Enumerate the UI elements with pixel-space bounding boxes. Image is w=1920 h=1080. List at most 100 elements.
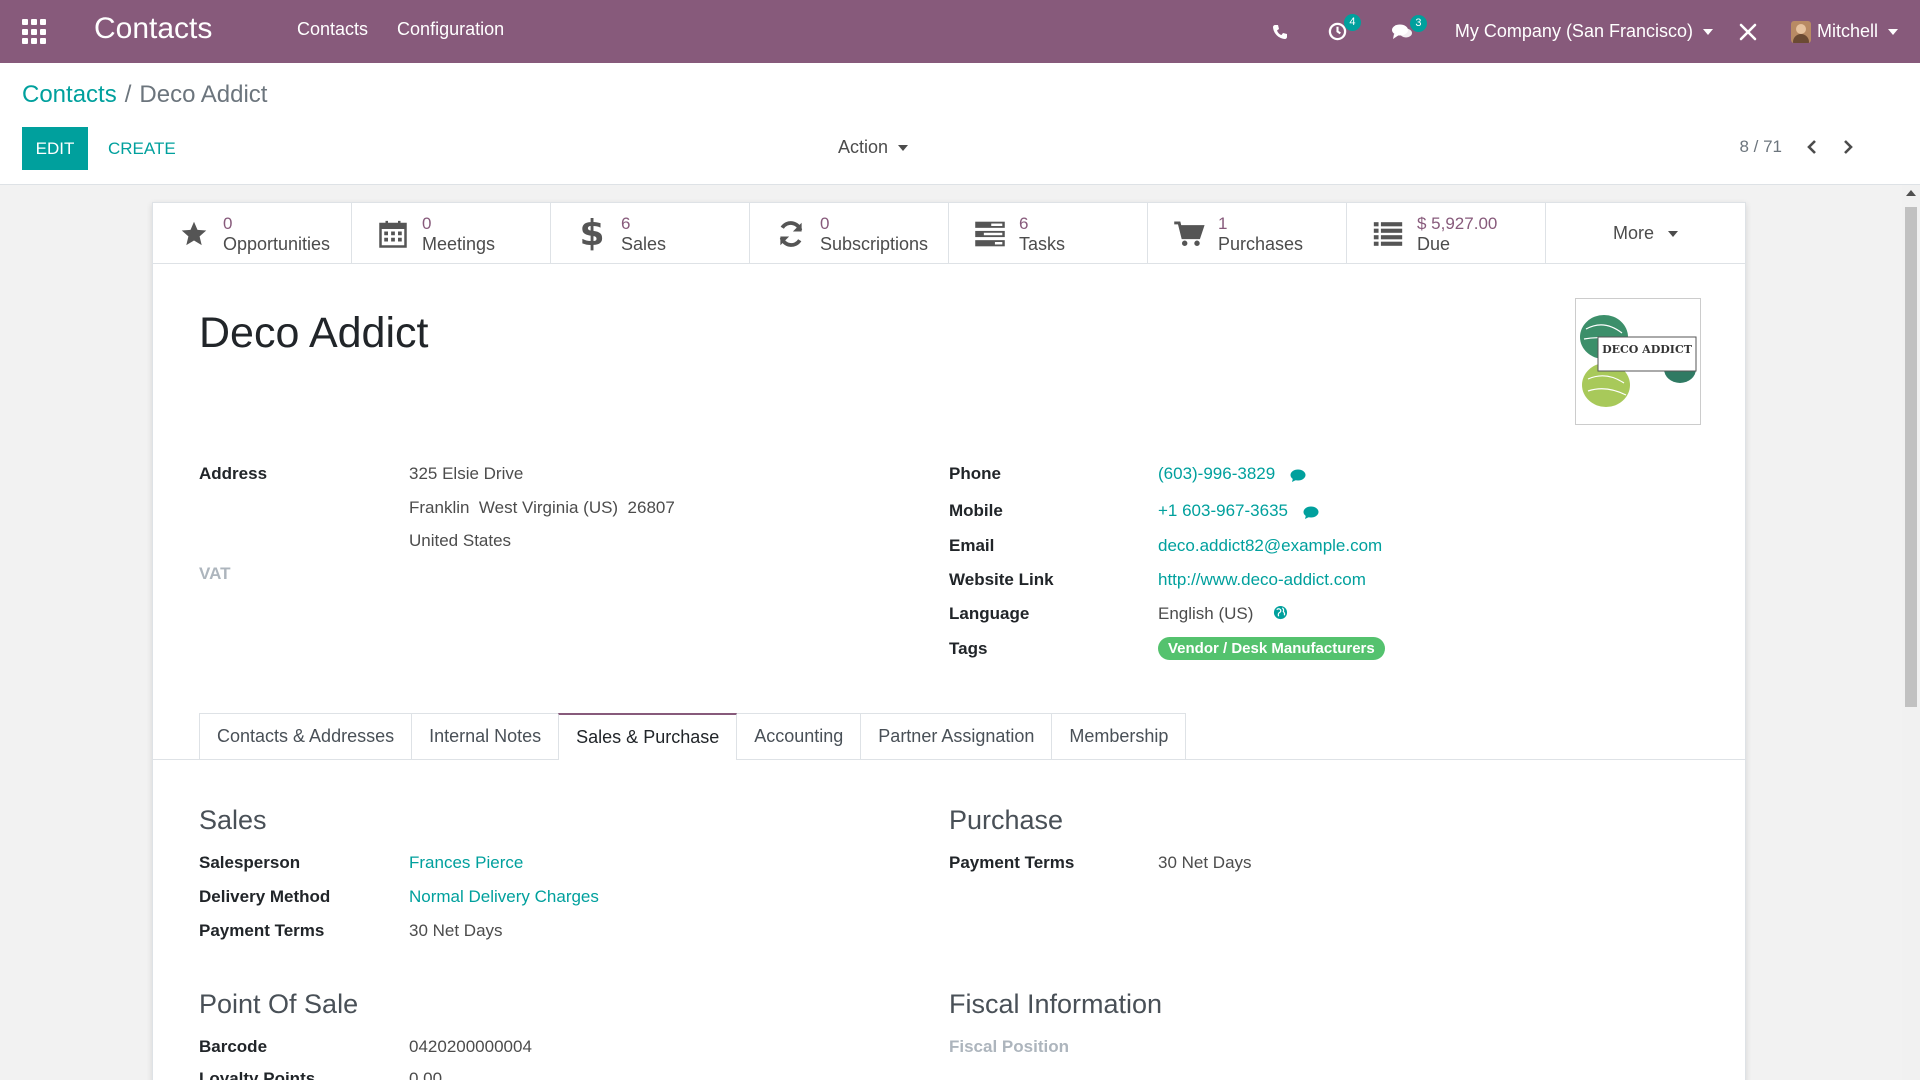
phone-button[interactable]	[1272, 24, 1288, 40]
purchase-section-title: Purchase	[949, 805, 1064, 835]
language-value: English (US)	[1158, 604, 1254, 623]
user-name: Mitchell	[1816, 21, 1878, 41]
pager: 8 / 71	[1739, 137, 1854, 157]
sales-payment-terms-label: Payment Terms	[199, 921, 325, 940]
smart-button-box: 0 Opportunities 0 Meetings $ 6 Sales 0 Subsc…	[153, 203, 1745, 264]
sms-icon[interactable]	[1290, 468, 1306, 488]
cart-icon	[1170, 218, 1208, 250]
star-icon	[175, 218, 213, 250]
vat-label: VAT	[199, 564, 231, 583]
apps-menu-icon[interactable]	[22, 19, 48, 45]
tab-internal-notes[interactable]: Internal Notes	[411, 713, 560, 759]
company-name: My Company (San Francisco)	[1454, 21, 1693, 41]
tab-partner-assignation[interactable]: Partner Assignation	[860, 713, 1053, 759]
contact-name: Deco Addict	[199, 309, 429, 357]
address-country: United States	[409, 531, 512, 550]
action-dropdown[interactable]: Action	[838, 137, 909, 158]
company-logo[interactable]: DECO ADDICT	[1575, 298, 1701, 425]
action-label: Action	[838, 137, 889, 157]
avatar	[1790, 20, 1811, 43]
delivery-method-link[interactable]: Normal Delivery Charges	[409, 887, 599, 907]
pos-section-title: Point Of Sale	[199, 989, 359, 1019]
scroll-up-arrow-icon[interactable]	[1906, 190, 1916, 196]
company-switcher[interactable]: My Company (San Francisco)	[1455, 21, 1713, 42]
subscriptions-button[interactable]: 0 Subscriptions	[750, 203, 949, 264]
message-count-badge: 3	[1409, 14, 1427, 32]
globe-icon[interactable]	[1273, 605, 1288, 625]
breadcrumb: Contacts / Deco Addict	[22, 81, 268, 108]
address-street: 325 Elsie Drive	[409, 464, 524, 483]
create-button[interactable]: CREATE	[108, 127, 176, 170]
tab-membership[interactable]: Membership	[1051, 713, 1187, 759]
loyalty-points-value: 0.00	[409, 1069, 443, 1080]
user-menu[interactable]: Mitchell	[1790, 20, 1898, 43]
tab-accounting[interactable]: Accounting	[736, 713, 862, 759]
mobile-link[interactable]: +1 603-967-3635	[1158, 501, 1288, 521]
pager-previous-button[interactable]	[1806, 139, 1818, 155]
purchase-payment-terms-label: Payment Terms	[949, 853, 1075, 872]
sales-section-title: Sales	[199, 805, 267, 835]
tools-icon	[1739, 23, 1757, 40]
barcode-label: Barcode	[199, 1037, 268, 1056]
calendar-icon	[374, 218, 412, 250]
tag-badge[interactable]: Vendor / Desk Manufacturers	[1158, 637, 1385, 660]
language-label: Language	[949, 604, 1030, 623]
leaf-icon	[1580, 315, 1697, 407]
refresh-icon	[772, 218, 810, 250]
meetings-button[interactable]: 0 Meetings	[352, 203, 551, 264]
systray: 4 3 My Company (San Francisco) Mitchell	[1272, 0, 1920, 63]
form-view: 0 Opportunities 0 Meetings $ 6 Sales 0 Subsc…	[0, 185, 1902, 1080]
phone-icon	[1272, 24, 1287, 39]
breadcrumb-current: Deco Addict	[139, 81, 268, 108]
chevron-down-icon	[1668, 230, 1678, 237]
edit-button[interactable]: EDIT	[22, 127, 88, 170]
email-link[interactable]: deco.addict82@example.com	[1158, 536, 1382, 556]
chevron-down-icon	[1888, 28, 1898, 35]
address-label: Address	[199, 464, 268, 483]
fiscal-section-title: Fiscal Information	[949, 989, 1163, 1019]
chevron-down-icon	[898, 144, 909, 151]
control-panel: Contacts / Deco Addict EDIT CREATE Action …	[0, 63, 1920, 185]
salesperson-link[interactable]: Frances Pierce	[409, 853, 523, 873]
chevron-right-icon	[1844, 140, 1853, 154]
pager-next-button[interactable]	[1842, 139, 1854, 155]
messages-button[interactable]: 3	[1391, 14, 1427, 41]
due-button[interactable]: $ 5,927.00 Due	[1347, 203, 1546, 264]
tab-sales-purchase[interactable]: Sales & Purchase	[558, 713, 738, 760]
pager-value[interactable]: 8 / 71	[1739, 137, 1782, 157]
purchase-payment-terms-value: 30 Net Days	[1158, 853, 1252, 872]
opportunities-button[interactable]: 0 Opportunities	[153, 203, 352, 264]
website-label: Website Link	[949, 570, 1054, 589]
breadcrumb-parent[interactable]: Contacts	[22, 81, 117, 108]
top-navbar: Contacts Contacts Configuration 4 3 My C…	[0, 0, 1920, 63]
sales-button[interactable]: $ 6 Sales	[551, 203, 750, 264]
purchases-button[interactable]: 1 Purchases	[1148, 203, 1347, 264]
chevron-left-icon	[1807, 140, 1816, 154]
menu-contacts[interactable]: Contacts	[297, 19, 368, 40]
app-title[interactable]: Contacts	[94, 12, 212, 46]
list-icon	[1369, 218, 1407, 250]
tasks-button[interactable]: 6 Tasks	[949, 203, 1148, 264]
menu-configuration[interactable]: Configuration	[397, 19, 504, 40]
email-label: Email	[949, 536, 995, 555]
more-label: More	[1612, 223, 1654, 243]
tasks-icon	[971, 218, 1009, 250]
website-link[interactable]: http://www.deco-addict.com	[1158, 570, 1366, 590]
delivery-method-label: Delivery Method	[199, 887, 331, 906]
mobile-label: Mobile	[949, 501, 1003, 520]
phone-label: Phone	[949, 464, 1001, 483]
debug-tools-button[interactable]	[1739, 23, 1757, 41]
phone-link[interactable]: (603)-996-3829	[1158, 464, 1275, 484]
salesperson-label: Salesperson	[199, 853, 301, 872]
scrollbar[interactable]	[1902, 185, 1920, 1080]
dollar-icon: $	[579, 213, 605, 254]
more-button[interactable]: More	[1546, 203, 1745, 264]
scroll-thumb[interactable]	[1905, 207, 1917, 707]
sms-icon[interactable]	[1303, 505, 1319, 525]
loyalty-points-label: Loyalty Points	[199, 1069, 316, 1080]
barcode-value: 0420200000004	[409, 1037, 532, 1056]
activity-button[interactable]: 4	[1328, 14, 1361, 41]
tab-contacts-addresses[interactable]: Contacts & Addresses	[199, 713, 413, 759]
activity-count-badge: 4	[1343, 14, 1361, 31]
chevron-down-icon	[1702, 28, 1713, 35]
